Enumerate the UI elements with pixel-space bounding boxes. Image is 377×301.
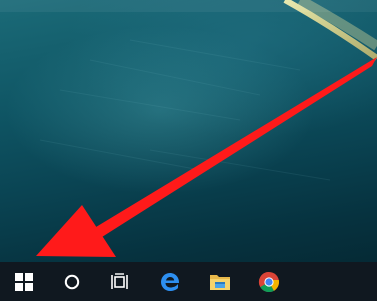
cortana-search-button[interactable] [50,262,94,301]
wallpaper-art [0,0,377,181]
circle-icon [64,274,80,289]
windows-logo-icon [15,272,33,291]
edge-button[interactable] [148,262,192,301]
chrome-button[interactable] [247,262,291,301]
screen [0,0,377,301]
chrome-icon [258,271,280,292]
task-view-icon [111,272,128,289]
wallpaper-texture [39,39,331,181]
file-explorer-button[interactable] [198,262,242,301]
taskbar [0,262,377,301]
task-view-button[interactable] [98,262,142,301]
edge-icon [161,272,180,291]
desktop-wallpaper [0,0,377,262]
start-button[interactable] [2,262,46,301]
folder-icon [210,274,230,290]
